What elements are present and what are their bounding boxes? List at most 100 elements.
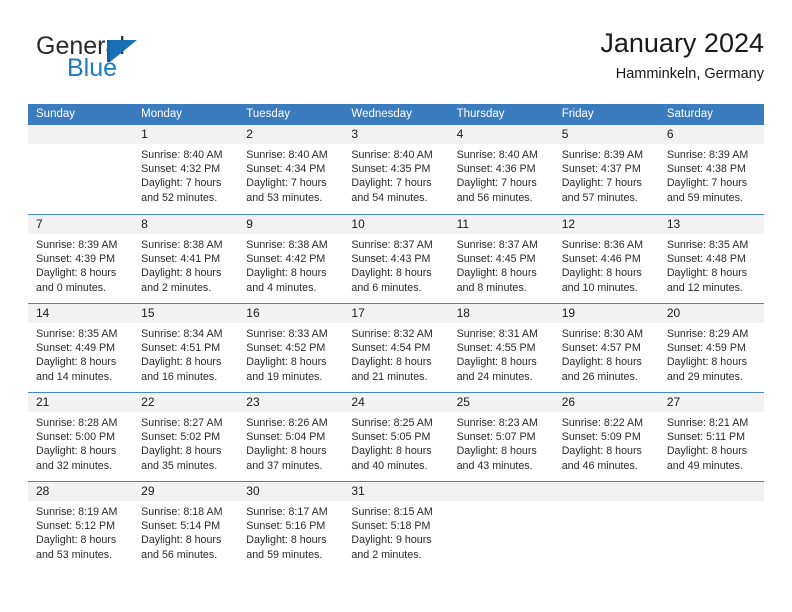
day-number: 22 [133,393,239,412]
calendar-day-cell[interactable]: 14 Sunrise: 8:35 AM Sunset: 4:49 PM Dayligh… [28,304,134,392]
calendar-day-cell[interactable]: 25 Sunrise: 8:23 AM Sunset: 5:07 PM Dayligh… [448,393,554,481]
day-number: 11 [448,215,554,234]
calendar-day-cell[interactable]: 7 Sunrise: 8:39 AM Sunset: 4:39 PM Daylight… [28,215,134,303]
daylight-text-line2: and 4 minutes. [246,281,317,294]
calendar-day-cell[interactable]: 1 Sunrise: 8:40 AM Sunset: 4:32 PM Daylight… [133,125,239,214]
calendar-day-cell[interactable]: 19 Sunrise: 8:30 AM Sunset: 4:57 PM Dayligh… [553,304,659,392]
day-sun-info: Sunrise: 8:25 AM Sunset: 5:05 PM Daylight:… [343,412,448,473]
calendar-day-cell[interactable]: 3 Sunrise: 8:40 AM Sunset: 4:35 PM Daylight… [343,125,449,214]
sunrise-text: Sunrise: 8:27 AM [141,417,223,429]
sunrise-text: Sunrise: 8:35 AM [666,239,749,251]
calendar-day-cell[interactable]: 10 Sunrise: 8:37 AM Sunset: 4:43 PM Dayligh… [343,215,449,303]
daylight-text-line1: Daylight: 8 hours [141,445,222,458]
sunrise-text: Sunrise: 8:26 AM [246,417,328,429]
daylight-text-line2: and 43 minutes. [456,459,533,472]
sunset-text: Sunset: 4:59 PM [666,342,746,355]
day-number: 20 [658,304,764,323]
sunset-text: Sunset: 4:51 PM [141,342,221,355]
calendar-day-cell[interactable]: 26 Sunrise: 8:22 AM Sunset: 5:09 PM Dayligh… [553,393,659,481]
calendar-day-cell[interactable]: 27 Sunrise: 8:21 AM Sunset: 5:11 PM Dayligh… [658,393,764,481]
calendar-day-cell[interactable]: 9 Sunrise: 8:38 AM Sunset: 4:42 PM Daylight… [238,215,344,303]
daylight-text-line2: and 8 minutes. [456,281,527,294]
daylight-text-line1: Daylight: 7 hours [141,177,222,190]
day-number: 13 [658,215,764,234]
day-sun-info: Sunrise: 8:32 AM Sunset: 4:54 PM Daylight:… [343,323,448,384]
day-number: 15 [133,304,239,323]
day-sun-info: Sunrise: 8:26 AM Sunset: 5:04 PM Daylight:… [238,412,343,473]
calendar-day-cell[interactable]: 18 Sunrise: 8:31 AM Sunset: 4:55 PM Dayligh… [448,304,554,392]
daylight-text-line1: Daylight: 7 hours [351,177,432,190]
sunset-text: Sunset: 4:36 PM [456,163,536,176]
calendar-day-cell-empty [28,125,134,214]
sunrise-text: Sunrise: 8:25 AM [351,417,433,429]
daylight-text-line2: and 32 minutes. [36,459,113,472]
calendar-day-cell[interactable]: 11 Sunrise: 8:37 AM Sunset: 4:45 PM Dayligh… [448,215,554,303]
sunset-text: Sunset: 5:16 PM [246,520,326,533]
daylight-text-line1: Daylight: 7 hours [561,177,642,190]
day-sun-info: Sunrise: 8:15 AM Sunset: 5:18 PM Daylight:… [343,501,448,562]
calendar-day-cell[interactable]: 22 Sunrise: 8:27 AM Sunset: 5:02 PM Dayligh… [133,393,239,481]
calendar-day-cell[interactable]: 31 Sunrise: 8:15 AM Sunset: 5:18 PM Dayligh… [343,482,449,570]
calendar-day-cell[interactable]: 20 Sunrise: 8:29 AM Sunset: 4:59 PM Dayligh… [658,304,764,392]
sunrise-text: Sunrise: 8:21 AM [666,417,749,429]
calendar-day-cell[interactable]: 6 Sunrise: 8:39 AM Sunset: 4:38 PM Daylight… [658,125,764,214]
daylight-text-line1: Daylight: 8 hours [666,445,748,458]
calendar-day-cell[interactable]: 23 Sunrise: 8:26 AM Sunset: 5:04 PM Dayligh… [238,393,344,481]
calendar-day-cell[interactable]: 5 Sunrise: 8:39 AM Sunset: 4:37 PM Daylight… [553,125,659,214]
calendar-day-cell[interactable]: 8 Sunrise: 8:38 AM Sunset: 4:41 PM Daylight… [133,215,239,303]
day-sun-info: Sunrise: 8:21 AM Sunset: 5:11 PM Daylight:… [659,412,764,473]
daylight-text-line1: Daylight: 8 hours [666,267,748,280]
calendar-week-row: 21 Sunrise: 8:28 AM Sunset: 5:00 PM Dayligh… [28,392,764,481]
daylight-text-line2: and 6 minutes. [351,281,422,294]
day-number: 6 [658,125,764,144]
sunset-text: Sunset: 4:52 PM [246,342,326,355]
calendar-day-cell[interactable]: 17 Sunrise: 8:32 AM Sunset: 4:54 PM Dayligh… [343,304,449,392]
daylight-text-line2: and 14 minutes. [36,370,113,383]
weekday-header-row: Sunday Monday Tuesday Wednesday Thursday… [28,104,764,125]
sunset-text: Sunset: 5:00 PM [36,431,116,444]
calendar-page: General Blue January 2024 Hamminkeln, Ge… [0,0,792,612]
sunset-text: Sunset: 4:32 PM [141,163,221,176]
calendar-day-cell[interactable]: 15 Sunrise: 8:34 AM Sunset: 4:51 PM Dayligh… [133,304,239,392]
calendar-day-cell[interactable]: 16 Sunrise: 8:33 AM Sunset: 4:52 PM Dayligh… [238,304,344,392]
calendar-day-cell[interactable]: 13 Sunrise: 8:35 AM Sunset: 4:48 PM Dayligh… [658,215,764,303]
daylight-text-line1: Daylight: 8 hours [246,534,327,547]
day-number: 14 [28,304,134,323]
day-sun-info: Sunrise: 8:31 AM Sunset: 4:55 PM Daylight:… [449,323,554,384]
calendar-day-cell[interactable]: 29 Sunrise: 8:18 AM Sunset: 5:14 PM Dayligh… [133,482,239,570]
sunset-text: Sunset: 5:04 PM [246,431,326,444]
calendar-day-cell[interactable]: 28 Sunrise: 8:19 AM Sunset: 5:12 PM Dayligh… [28,482,134,570]
day-number: 3 [343,125,449,144]
sunrise-text: Sunrise: 8:28 AM [36,417,118,429]
day-sun-info: Sunrise: 8:17 AM Sunset: 5:16 PM Daylight:… [238,501,343,562]
sunrise-text: Sunrise: 8:22 AM [561,417,644,429]
sunset-text: Sunset: 4:49 PM [36,342,116,355]
calendar-week-row: 28 Sunrise: 8:19 AM Sunset: 5:12 PM Dayligh… [28,481,764,570]
calendar-day-cell[interactable]: 21 Sunrise: 8:28 AM Sunset: 5:00 PM Dayligh… [28,393,134,481]
day-number: 31 [343,482,449,501]
sunset-text: Sunset: 4:41 PM [141,253,221,266]
sunrise-text: Sunrise: 8:34 AM [141,328,223,340]
calendar-day-cell[interactable]: 2 Sunrise: 8:40 AM Sunset: 4:34 PM Daylight… [238,125,344,214]
calendar-day-cell[interactable]: 30 Sunrise: 8:17 AM Sunset: 5:16 PM Dayligh… [238,482,344,570]
sunset-text: Sunset: 5:09 PM [561,431,641,444]
sunset-text: Sunset: 4:55 PM [456,342,536,355]
day-sun-info: Sunrise: 8:23 AM Sunset: 5:07 PM Daylight:… [449,412,554,473]
day-sun-info: Sunrise: 8:39 AM Sunset: 4:37 PM Daylight:… [554,144,659,205]
sunrise-text: Sunrise: 8:17 AM [246,506,328,518]
day-sun-info: Sunrise: 8:37 AM Sunset: 4:43 PM Daylight:… [343,234,448,295]
day-number: 28 [28,482,134,501]
day-number [28,125,134,144]
calendar-day-cell-empty [658,482,764,570]
sunset-text: Sunset: 5:02 PM [141,431,221,444]
calendar-day-cell[interactable]: 24 Sunrise: 8:25 AM Sunset: 5:05 PM Dayligh… [343,393,449,481]
sunset-text: Sunset: 4:43 PM [351,253,431,266]
calendar-day-cell[interactable]: 12 Sunrise: 8:36 AM Sunset: 4:46 PM Dayligh… [553,215,659,303]
calendar-day-cell[interactable]: 4 Sunrise: 8:40 AM Sunset: 4:36 PM Daylight… [448,125,554,214]
sunrise-text: Sunrise: 8:18 AM [141,506,223,518]
daylight-text-line2: and 52 minutes. [141,191,218,204]
daylight-text-line2: and 10 minutes. [561,281,638,294]
sunrise-text: Sunrise: 8:40 AM [141,149,223,161]
sunrise-text: Sunrise: 8:37 AM [351,239,433,251]
day-sun-info: Sunrise: 8:38 AM Sunset: 4:42 PM Daylight:… [238,234,343,295]
